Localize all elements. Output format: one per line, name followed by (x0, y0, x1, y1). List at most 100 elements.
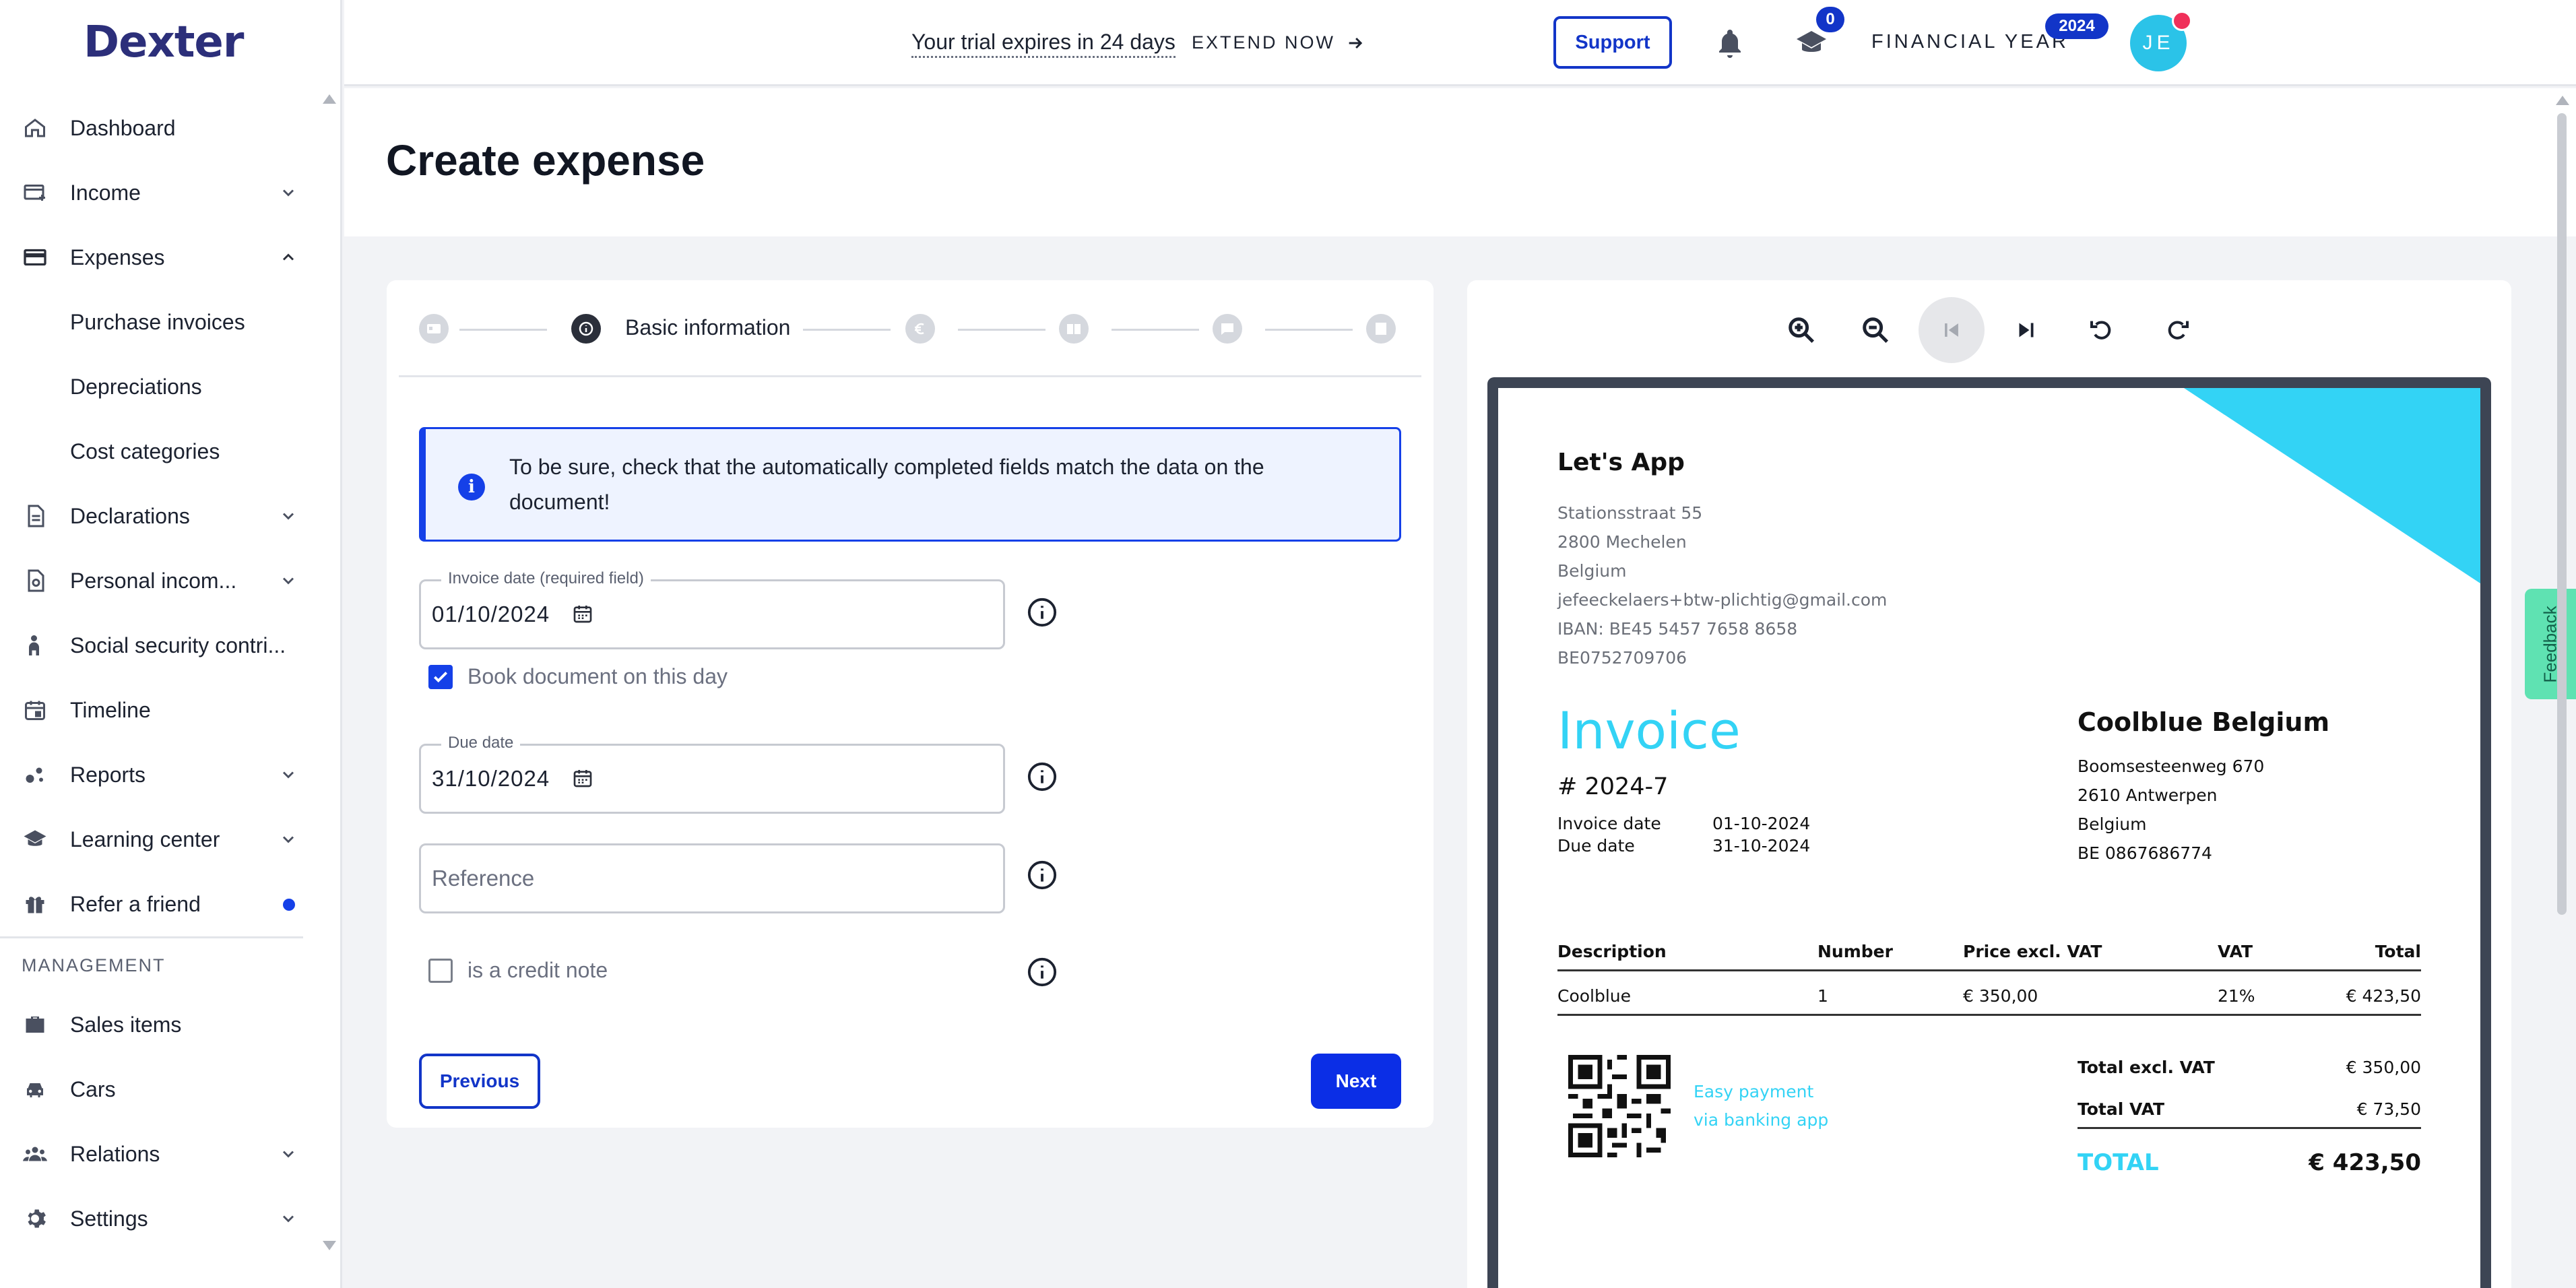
sidebar-subitem-depreciations[interactable]: Depreciations (0, 354, 323, 419)
step-amounts[interactable] (905, 314, 935, 344)
sidebar-scroll-up[interactable] (323, 94, 336, 104)
info-icon[interactable] (1027, 957, 1058, 988)
car-icon (22, 1076, 49, 1103)
due-date-field[interactable]: Due date 31/10/2024 (419, 734, 1005, 814)
book-on-day-checkbox[interactable] (428, 664, 453, 689)
sidebar-item-label: Timeline (70, 697, 151, 722)
sidebar-item-label: Refer a friend (70, 891, 201, 916)
chevron-down-icon (282, 1151, 294, 1158)
sidebar-scroll-down[interactable] (323, 1241, 336, 1250)
step-booking[interactable] (1059, 314, 1089, 344)
total-value: € 350,00 (2346, 1058, 2421, 1077)
logo-text: Dexter (84, 18, 244, 67)
extend-now-link[interactable]: EXTEND NOW (1192, 32, 1365, 53)
step-connector (1265, 329, 1353, 331)
sender-address-line: BE0752709706 (1557, 648, 1687, 668)
sidebar-item-label: Social security contri... (70, 633, 286, 657)
credit-note-checkbox[interactable] (428, 958, 453, 983)
reference-field[interactable]: Reference (419, 843, 1005, 913)
table-cell: € 423,50 (2346, 986, 2421, 1006)
page-header: Create expense (344, 88, 2576, 236)
sidebar-item-social-security[interactable]: Social security contri... (0, 613, 323, 678)
info-icon[interactable] (1027, 860, 1058, 891)
comment-icon (1221, 323, 1233, 335)
page-scrollbar-thumb[interactable] (2557, 113, 2567, 915)
info-icon: i (458, 474, 485, 501)
bell-icon[interactable] (1714, 27, 1746, 59)
rotate-left-button[interactable] (2086, 314, 2118, 346)
feedback-tab[interactable]: Feedback (2525, 589, 2576, 699)
sidebar-item-sales-items[interactable]: Sales items (0, 992, 323, 1057)
sidebar-item-timeline[interactable]: Timeline (0, 678, 323, 742)
sidebar-item-settings[interactable]: Settings (0, 1186, 323, 1251)
skip-next-icon (2019, 323, 2034, 337)
subitem-label: Purchase invoices (70, 309, 245, 334)
financial-year-label[interactable]: FINANCIAL YEAR (1871, 31, 2069, 53)
table-row: Coolblue 1 € 350,00 21% € 423,50 (1557, 971, 2421, 1016)
column-header: Description (1557, 942, 1667, 961)
last-page-button[interactable] (2010, 314, 2042, 346)
chevron-down-icon (282, 1215, 294, 1223)
table-cell: 21% (2218, 986, 2255, 1006)
sidebar-item-label: Personal incom... (70, 568, 237, 593)
calendar-icon[interactable] (572, 603, 593, 624)
chevron-down-icon (282, 189, 294, 197)
next-button[interactable]: Next (1311, 1054, 1401, 1109)
sidebar-item-reports[interactable]: Reports (0, 742, 323, 807)
zoom-in-button[interactable] (1785, 314, 1817, 346)
sidebar-item-refer-a-friend[interactable]: Refer a friend (0, 872, 323, 936)
graduation-cap-icon (22, 826, 49, 853)
calendar-icon[interactable] (572, 767, 593, 789)
step-comments[interactable] (1213, 314, 1242, 344)
info-icon[interactable] (1027, 597, 1058, 628)
trial-notice[interactable]: Your trial expires in 24 days (911, 30, 1176, 58)
client-name: Coolblue Belgium (2078, 707, 2330, 737)
book-on-day-row[interactable]: Book document on this day (428, 664, 728, 689)
invoice-date-val: 01-10-2024 (1712, 814, 1811, 833)
previous-button[interactable]: Previous (419, 1054, 540, 1109)
step-basic-information[interactable] (571, 314, 601, 344)
sidebar-item-expenses[interactable]: Expenses (0, 225, 323, 290)
declarations-icon (22, 503, 49, 529)
arrow-right-icon (1349, 37, 1363, 49)
zoom-out-icon (1863, 317, 1889, 344)
first-page-button[interactable] (1919, 297, 1985, 363)
info-icon[interactable] (1027, 761, 1058, 792)
invoice-date-key: Invoice date (1557, 814, 1661, 833)
document-frame: Let's App Stationsstraat 55 2800 Mechele… (1487, 377, 2491, 1288)
learning-cap-icon[interactable] (1793, 27, 1830, 59)
sidebar-item-income[interactable]: Income (0, 160, 323, 225)
sidebar-item-relations[interactable]: Relations (0, 1122, 323, 1186)
document-number: # 2024-7 (1557, 773, 1669, 800)
step-connector (459, 329, 547, 331)
gear-icon (22, 1205, 49, 1232)
column-header: Total (2375, 942, 2421, 961)
zoom-out-button[interactable] (1859, 314, 1892, 346)
rotate-right-button[interactable] (2161, 314, 2193, 346)
table-cell: € 350,00 (1963, 986, 2038, 1006)
page-title: Create expense (386, 136, 705, 185)
credit-note-row[interactable]: is a credit note (428, 958, 608, 983)
invoice-lines-table: Description Number Price excl. VAT VAT T… (1557, 927, 2421, 1016)
document-title: Invoice (1557, 701, 1741, 761)
support-button[interactable]: Support (1553, 16, 1672, 69)
dexter-logo[interactable]: Dexter (84, 18, 244, 67)
sidebar-item-declarations[interactable]: Declarations (0, 484, 323, 548)
sidebar-subitem-purchase-invoices[interactable]: Purchase invoices (0, 290, 323, 354)
sidebar-item-dashboard[interactable]: Dashboard (0, 96, 323, 160)
sidebar-item-learning-center[interactable]: Learning center (0, 807, 323, 872)
step-document[interactable] (419, 314, 449, 344)
due-date-val: 31-10-2024 (1712, 836, 1811, 856)
sidebar-item-label: Settings (70, 1206, 148, 1231)
summary-icon (1376, 323, 1386, 335)
sender-address-line: IBAN: BE45 5457 7658 8658 (1557, 619, 1798, 639)
page-scroll-up[interactable] (2556, 96, 2569, 105)
invoice-date-field[interactable]: Invoice date (required field) 01/10/2024 (419, 569, 1005, 649)
top-bar: Your trial expires in 24 days EXTEND NOW (344, 0, 2576, 86)
chevron-down-icon (282, 513, 294, 520)
step-connector (1112, 329, 1199, 331)
step-summary[interactable] (1366, 314, 1396, 344)
sidebar-subitem-cost-categories[interactable]: Cost categories (0, 419, 323, 484)
sidebar-item-personal-income[interactable]: Personal incom... (0, 548, 323, 613)
sidebar-item-cars[interactable]: Cars (0, 1057, 323, 1122)
